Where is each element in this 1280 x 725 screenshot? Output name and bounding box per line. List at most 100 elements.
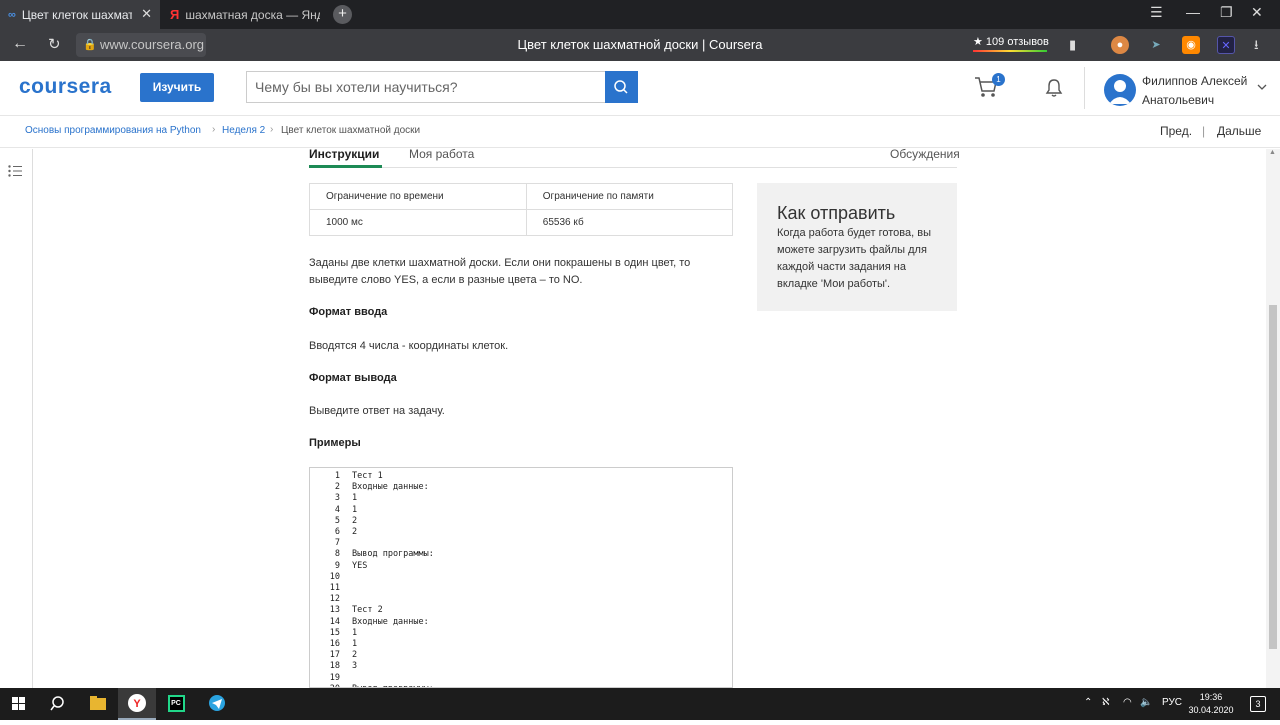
tray-expand-icon[interactable]: ⌃ [1084,697,1092,708]
scroll-up-icon[interactable]: ▲ [1269,149,1276,156]
restore-icon[interactable]: ❐ [1220,4,1233,21]
clock-date: 30.04.2020 [1188,705,1234,715]
code-line: 2 Входные данные: [310,482,732,493]
menu-icon[interactable]: ☰ [1150,4,1163,21]
code-line: 12 [310,594,732,605]
breadcrumb-week[interactable]: Неделя 2 [222,125,265,136]
line-number: 3 [334,493,340,504]
line-number: 10 [329,571,340,582]
breadcrumb-separator-icon: › [270,124,274,135]
reviews-badge[interactable]: ★ 109 отзывов [973,35,1049,52]
extension-avatar-icon[interactable]: ● [1111,36,1129,54]
line-number: 7 [334,538,340,549]
minimize-icon[interactable]: — [1186,4,1200,20]
tab-my-work[interactable]: Моя работа [409,147,474,161]
svg-text:PC: PC [171,700,181,707]
svg-text:Y: Y [133,698,141,710]
table-row: Ограничение по времени Ограничение по па… [309,183,734,210]
breadcrumb-separator-icon: › [212,124,216,135]
prev-button[interactable]: Пред. [1160,124,1192,138]
page-scrollbar[interactable]: ▲ [1266,149,1280,688]
limits-table: Ограничение по времени Ограничение по па… [309,183,734,236]
left-rail [0,149,33,688]
site-header: coursera Изучить Чему бы вы хотели научи… [0,61,1280,116]
breadcrumb-course[interactable]: Основы программирования на Python [25,125,201,136]
code-text: 1 [352,504,358,515]
code-line: 17 2 [310,650,732,661]
breadcrumb-current: Цвет клеток шахматной доски [281,125,421,136]
notification-count: 3 [1255,699,1261,709]
tab-discussions[interactable]: Обсуждения [890,147,960,161]
search-icon [614,80,628,94]
search-input[interactable]: Чему бы вы хотели научиться? [246,71,606,103]
code-line: 41 [310,505,732,516]
tray-app-icon[interactable]: ℵ [1102,697,1109,708]
next-button[interactable]: Дальше [1217,124,1261,138]
line-number: 12 [329,594,340,605]
chat-extension-icon[interactable]: ◉ [1182,36,1200,54]
avatar[interactable] [1104,74,1136,106]
notification-center-icon[interactable]: 3 [1250,696,1266,712]
code-line: 18 3 [310,661,732,672]
line-number: 8 [334,549,340,560]
code-line: 11 [310,583,732,594]
code-line: 15 1 [310,628,732,639]
code-line: 52 [310,516,732,527]
user-name-line2: Анатольевич [1142,93,1215,107]
code-line: 1 Тест 1 [310,471,732,482]
code-line: 7 [310,538,732,549]
code-text: YES [352,560,368,571]
yandex-browser-taskbar-button[interactable]: Y [118,688,156,720]
line-number: 14 [329,616,340,627]
code-text: 2 [352,650,358,661]
telegram-icon[interactable] [198,688,236,720]
tab-title: Цвет клеток шахматно [21,7,132,22]
download-icon[interactable]: ⭳ [1254,36,1259,58]
examples-code-block[interactable]: 1 Тест 1 2 Входные данные: 3 1 4 1 5 2 6 2 7 8 Вывод п… [309,467,733,688]
bell-icon[interactable] [1044,78,1064,98]
user-name[interactable]: Филиппов Алексей Анатольевич [1142,72,1247,110]
windows-start-icon[interactable] [0,688,38,720]
pycharm-icon[interactable]: PC [158,688,196,720]
code-line: 13 Тест 2 [310,605,732,616]
code-line: 9 YES [310,561,732,572]
line-number: 13 [329,605,340,616]
search-icon[interactable] [38,688,76,720]
scrollbar-thumb[interactable] [1269,305,1277,649]
line-number: 1 [334,471,340,481]
browser-tab[interactable]: Я шахматная доска — Янде [162,0,322,29]
code-text: Вывод программы: [352,549,434,560]
code-text: 1 [352,493,358,504]
user-icon [1109,80,1131,104]
tab-instructions[interactable]: Инструкции [309,147,379,161]
list-icon[interactable] [8,165,23,177]
new-tab-button[interactable]: + [333,5,352,24]
learn-button[interactable]: Изучить [140,73,214,102]
language-indicator[interactable]: РУС [1162,697,1182,708]
chevron-down-icon[interactable] [1257,84,1267,91]
bookmark-icon[interactable]: ▮ [1069,37,1076,53]
close-window-icon[interactable]: ✕ [1251,4,1263,21]
file-explorer-icon[interactable] [78,688,116,720]
line-number: 15 [329,627,340,638]
browser-tab-active[interactable]: ∞ Цвет клеток шахматно ✕ [0,0,160,29]
wifi-icon[interactable]: ◠ [1123,697,1132,708]
line-number: 18 [329,661,340,672]
line-number: 9 [334,560,340,571]
output-format-text: Выведите ответ на задачу. [309,405,445,417]
code-text: 1 [352,639,358,649]
yandex-browser-icon: Y [128,694,146,712]
close-tab-icon[interactable]: ✕ [141,6,152,22]
code-line: 14 Входные данные: [310,617,732,628]
send-icon[interactable]: ➤ [1147,36,1165,54]
volume-icon[interactable]: 🔈 [1140,697,1152,708]
code-line: 31 [310,493,732,504]
how-to-submit-panel: Как отправить Когда работа будет готова,… [757,183,957,311]
clock[interactable]: 19:36 30.04.2020 [1186,691,1236,717]
coursera-logo[interactable]: coursera [19,75,112,99]
input-format-heading: Формат ввода [309,306,388,318]
code-line: 10 [310,572,732,583]
user-name-line1: Филиппов Алексей [1142,74,1248,88]
extension-icon[interactable]: ✕ [1217,36,1235,54]
search-button[interactable] [605,71,638,103]
